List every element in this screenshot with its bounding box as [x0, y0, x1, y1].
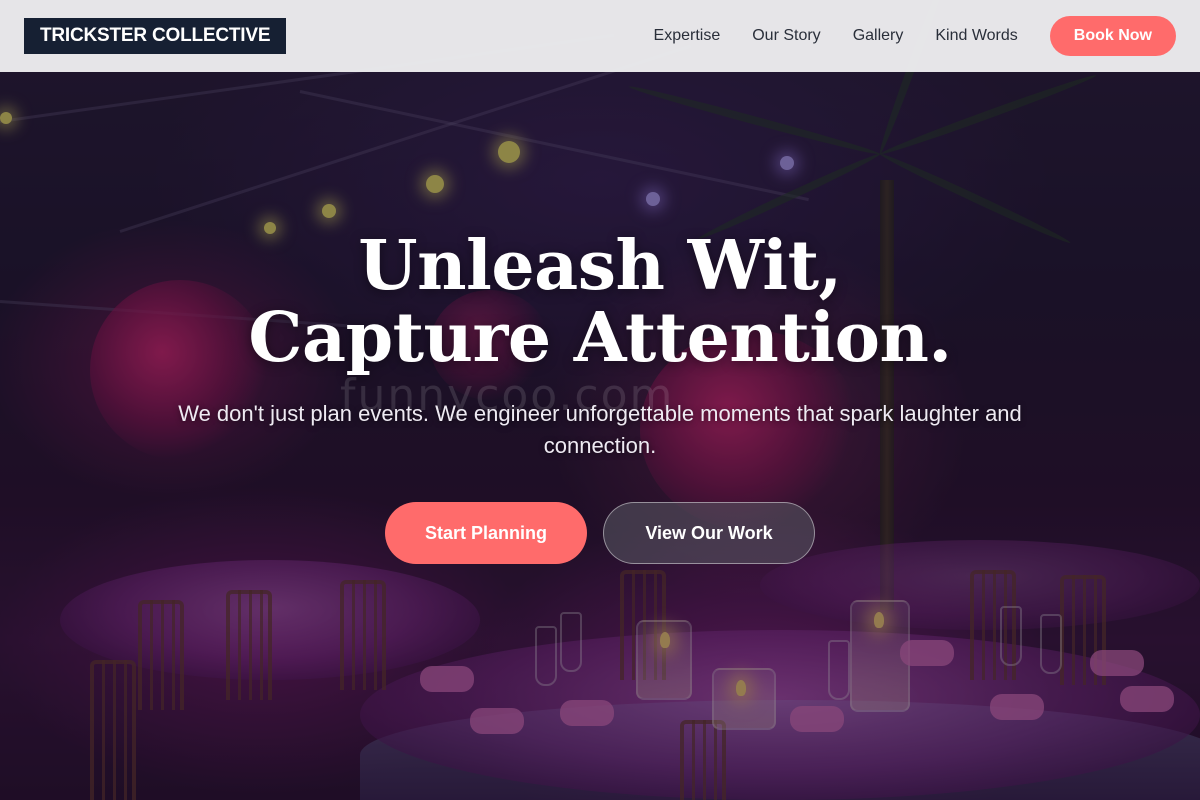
nav-link-our-story[interactable]: Our Story — [752, 27, 820, 45]
main-nav: Expertise Our Story Gallery Kind Words B… — [654, 16, 1176, 56]
view-our-work-button[interactable]: View Our Work — [603, 502, 815, 564]
book-now-button[interactable]: Book Now — [1049, 16, 1176, 56]
brand-logo[interactable]: TRICKSTER COLLECTIVE — [24, 18, 287, 54]
hero-subtitle: We don't just plan events. We engineer u… — [178, 401, 1022, 458]
start-planning-button[interactable]: Start Planning — [385, 502, 587, 564]
site-header: TRICKSTER COLLECTIVE Expertise Our Story… — [0, 0, 1200, 72]
hero-actions: Start Planning View Our Work — [0, 502, 1200, 564]
hero-section: Unleash Wit, Capture Attention. We don't… — [0, 230, 1200, 564]
nav-link-expertise[interactable]: Expertise — [654, 27, 721, 45]
nav-link-gallery[interactable]: Gallery — [853, 27, 904, 45]
nav-link-kind-words[interactable]: Kind Words — [935, 27, 1017, 45]
hero-title: Unleash Wit, Capture Attention. — [248, 226, 952, 378]
